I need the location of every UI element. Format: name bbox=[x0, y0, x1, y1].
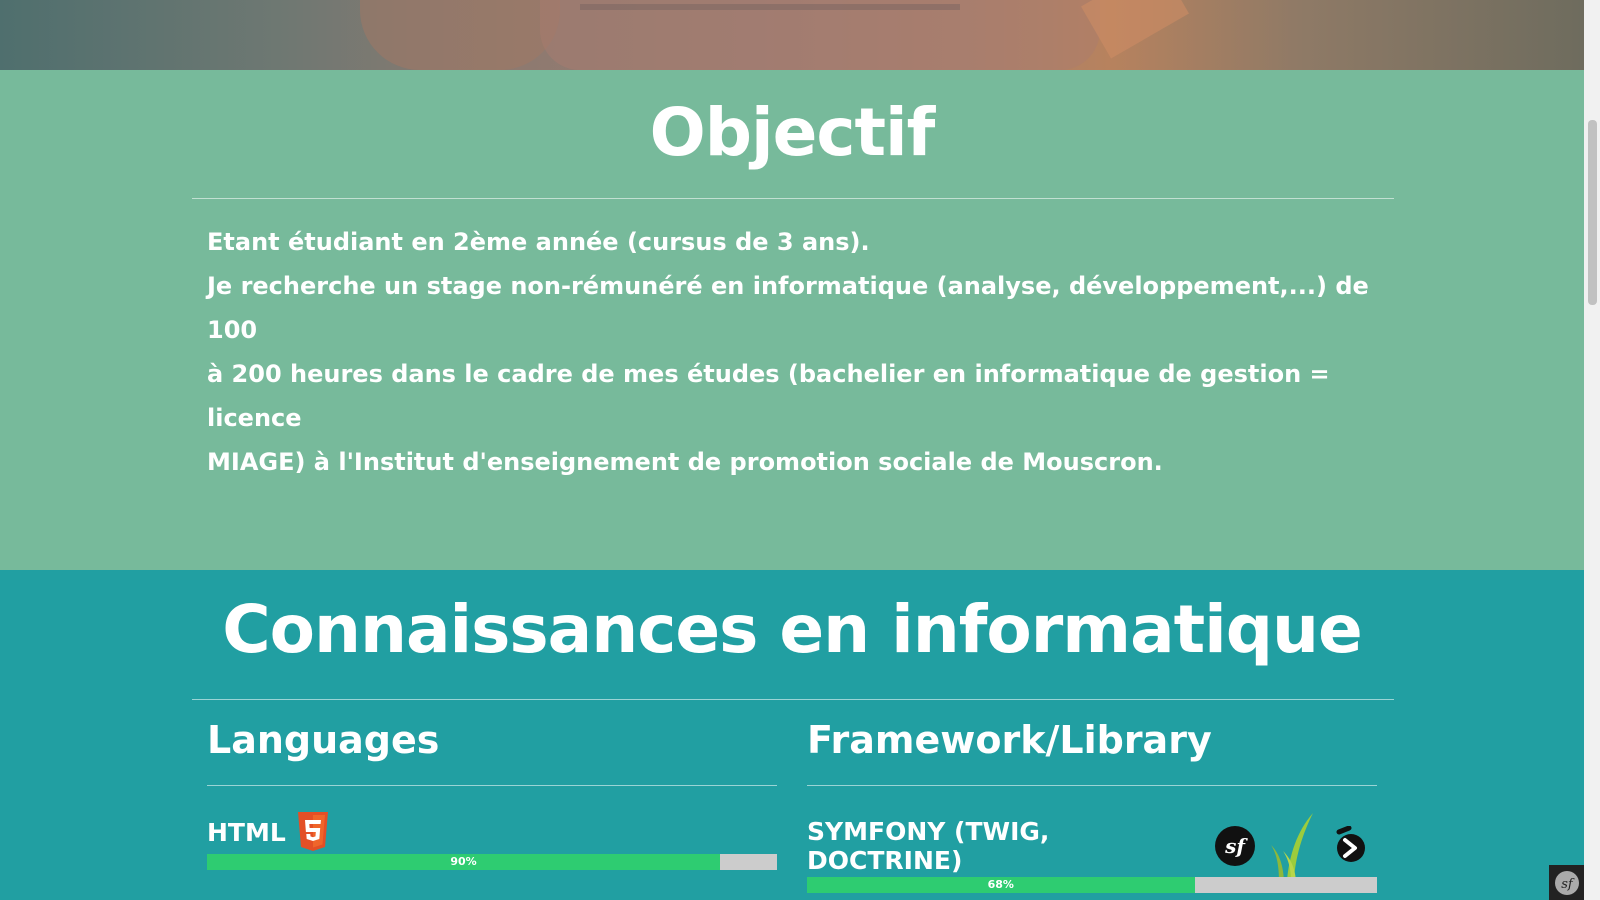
divider bbox=[192, 198, 1394, 199]
languages-column: Languages HTML 90% bbox=[207, 715, 777, 870]
objectif-line: MIAGE) à l'Institut d'enseignement de pr… bbox=[207, 448, 1163, 476]
vertical-scrollbar[interactable] bbox=[1584, 0, 1600, 900]
connaissances-section: Connaissances en informatique Languages … bbox=[0, 570, 1584, 900]
objectif-line: à 200 heures dans le cadre de mes études… bbox=[207, 360, 1330, 432]
objectif-section: Objectif Etant étudiant en 2ème année (c… bbox=[0, 70, 1584, 570]
frameworks-column: Framework/Library SYMFONY (TWIG, DOCTRIN… bbox=[807, 715, 1377, 893]
doctrine-icon bbox=[1335, 826, 1369, 866]
symfony-icon: sf bbox=[1215, 826, 1255, 866]
page: Objectif Etant étudiant en 2ème année (c… bbox=[0, 0, 1584, 900]
divider bbox=[807, 785, 1377, 786]
symfony-toolbar-button[interactable]: sf bbox=[1549, 865, 1584, 900]
progress-label: 68% bbox=[987, 878, 1014, 891]
frameworks-title: Framework/Library bbox=[807, 718, 1212, 762]
skill-html: HTML 90% bbox=[207, 810, 777, 870]
skill-symfony: SYMFONY (TWIG, DOCTRINE) sf 68% bbox=[807, 813, 1377, 893]
symfony-icon: sf bbox=[1554, 870, 1579, 895]
skill-name: HTML bbox=[207, 817, 286, 847]
scrollbar-thumb[interactable] bbox=[1588, 120, 1597, 305]
progress-bar: 90% bbox=[207, 854, 777, 870]
progress-bar: 68% bbox=[807, 877, 1377, 893]
hero-image bbox=[0, 0, 1584, 70]
objectif-line: Etant étudiant en 2ème année (cursus de … bbox=[207, 228, 870, 256]
svg-text:sf: sf bbox=[1224, 834, 1248, 858]
twig-icon bbox=[1269, 811, 1317, 881]
objectif-line: Je recherche un stage non-rémunéré en in… bbox=[207, 272, 1369, 344]
divider bbox=[207, 785, 777, 786]
section-title-objectif: Objectif bbox=[649, 94, 936, 171]
skill-name: SYMFONY (TWIG, DOCTRINE) bbox=[807, 817, 1050, 875]
languages-title: Languages bbox=[207, 718, 440, 762]
skill-label-row: SYMFONY (TWIG, DOCTRINE) sf bbox=[807, 813, 1377, 881]
divider bbox=[192, 699, 1394, 700]
progress-label: 90% bbox=[450, 855, 477, 868]
section-title-connaissances: Connaissances en informatique bbox=[222, 591, 1363, 668]
skill-label-row: HTML bbox=[207, 810, 777, 854]
html5-icon bbox=[296, 812, 330, 852]
objectif-text: Etant étudiant en 2ème année (cursus de … bbox=[207, 220, 1387, 484]
